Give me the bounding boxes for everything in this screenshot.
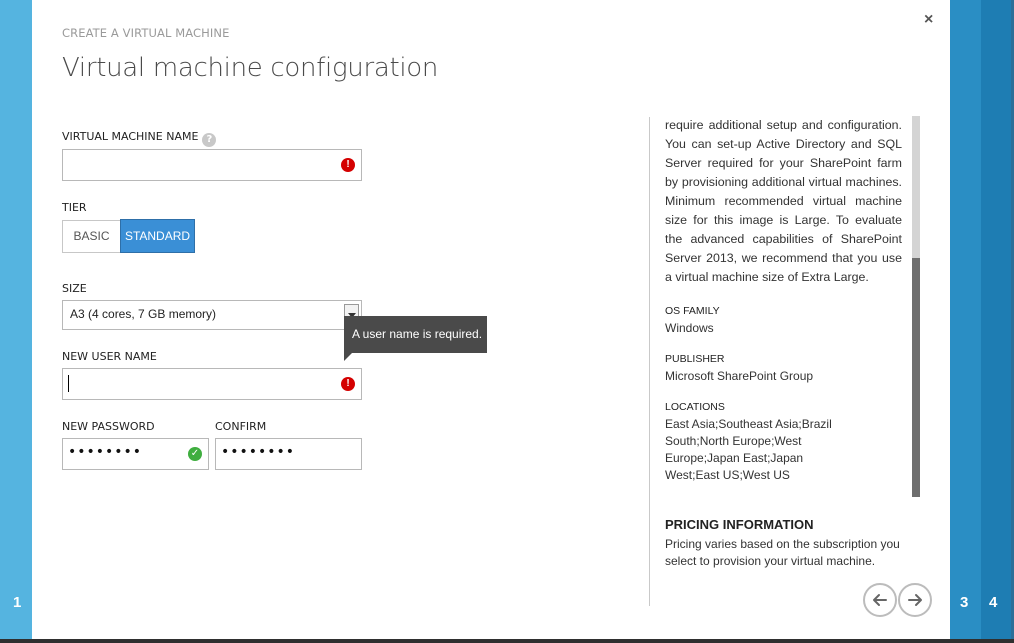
step-1-number[interactable]: 1 [13,594,21,611]
vm-name-error-icon: ! [341,158,355,172]
confirm-label: CONFIRM [215,420,267,433]
tier-label: TIER [62,201,87,214]
text-caret [68,375,69,392]
wizard-step-rail-4[interactable] [981,0,1014,643]
username-label: NEW USER NAME [62,350,157,363]
step-3-number[interactable]: 3 [960,594,968,611]
password-label: NEW PASSWORD [62,420,155,433]
wizard-step-rail-left [0,0,32,643]
vm-name-label: VIRTUAL MACHINE NAME? [62,130,217,147]
previous-button[interactable] [863,583,897,617]
arrow-left-icon [873,594,887,606]
next-button[interactable] [898,583,932,617]
image-details-panel[interactable]: require additional setup and configurati… [665,116,902,496]
os-family-value: Windows [665,321,714,335]
step-4-number[interactable]: 4 [989,594,997,611]
wizard-label: CREATE A VIRTUAL MACHINE [62,26,230,40]
pricing-text: Pricing varies based on the subscription… [665,537,900,568]
locations-label: LOCATIONS [665,401,725,413]
size-label: SIZE [62,282,87,295]
image-description: require additional setup and configurati… [665,118,902,284]
wizard-step-rail-3[interactable] [950,0,981,643]
os-family-label: OS FAMILY [665,305,720,317]
check-icon: ✓ [188,447,202,461]
close-icon[interactable]: × [924,11,933,29]
pricing-title: PRICING INFORMATION [665,517,814,532]
confirm-password-input[interactable]: •••••••• [215,438,362,470]
password-input[interactable]: •••••••• ✓ [62,438,209,470]
username-error-icon: ! [341,377,355,391]
vm-name-label-text: VIRTUAL MACHINE NAME [62,130,199,143]
panel-divider [649,117,650,606]
publisher-label: PUBLISHER [665,353,725,365]
vm-name-input[interactable]: ! [62,149,362,181]
tier-standard-button[interactable]: STANDARD [120,219,195,253]
tier-basic-button[interactable]: BASIC [62,220,121,253]
locations-value: East Asia;Southeast Asia;Brazil South;No… [665,417,832,482]
size-selected-value: A3 (4 cores, 7 GB memory) [70,307,217,321]
arrow-right-icon [908,594,922,606]
password-masked-value: •••••••• [68,444,143,460]
page-title: Virtual machine configuration [62,53,439,83]
username-input[interactable]: ! [62,368,362,400]
bottom-border [0,639,1014,643]
username-required-tooltip: A user name is required. [344,316,487,361]
size-select[interactable]: A3 (4 cores, 7 GB memory) [62,300,362,330]
details-scrollbar-thumb[interactable] [912,116,920,258]
help-icon[interactable]: ? [202,133,217,147]
publisher-value: Microsoft SharePoint Group [665,369,814,383]
confirm-masked-value: •••••••• [221,444,296,460]
